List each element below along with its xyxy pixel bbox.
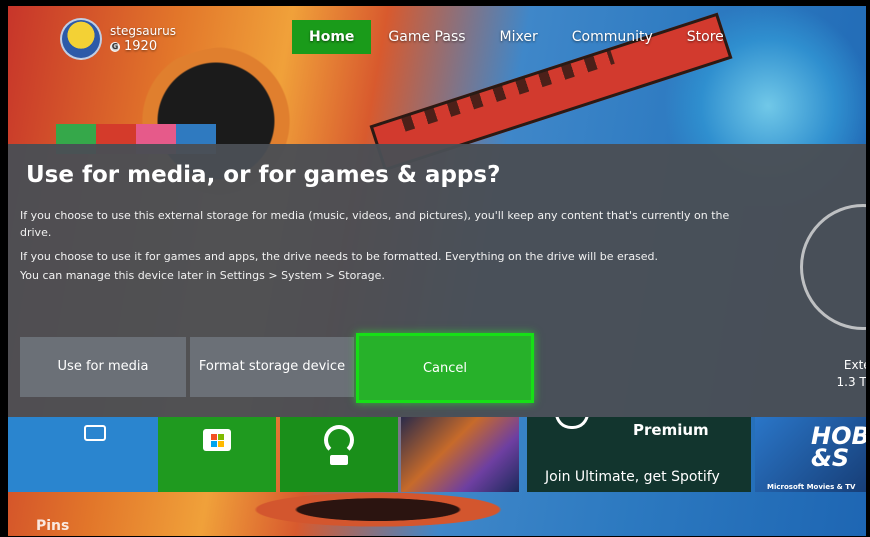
profile-text: stegsaurus G 1920 <box>110 24 176 54</box>
external-drive-label: Extern 1.3 TB f <box>823 357 867 391</box>
drive-name: Extern <box>843 358 866 372</box>
tile-game[interactable] <box>401 417 519 492</box>
movie-title-line: &S <box>811 444 850 472</box>
controller-icon <box>324 425 354 455</box>
spotify-premium-label: Premium <box>633 421 709 439</box>
pinned-tiles-row: Premium Join Ultimate, get Spotify HOB &… <box>8 417 866 492</box>
background-bottom-art <box>188 492 568 536</box>
gamertag: stegsaurus <box>110 24 176 38</box>
dialog-text-media: If you choose to use this external stora… <box>20 209 730 239</box>
dialog-title: Use for media, or for games & apps? <box>26 162 501 188</box>
top-navigation: Home Game Pass Mixer Community Store <box>292 20 741 54</box>
dialog-text-settings: You can manage this device later in Sett… <box>20 269 385 282</box>
avatar[interactable] <box>60 18 102 60</box>
format-storage-button[interactable]: Format storage device <box>190 337 354 397</box>
controller-base-icon <box>330 455 348 465</box>
storage-ring-icon <box>800 204 866 330</box>
tab-store[interactable]: Store <box>670 20 741 54</box>
tile-xbox-accessories[interactable] <box>280 417 398 492</box>
use-for-media-button[interactable]: Use for media <box>20 337 186 397</box>
game-pass-icon <box>555 417 589 429</box>
movie-title-art: HOB &S <box>811 424 866 472</box>
movie-tile-caption: Microsoft Movies & TV <box>767 483 856 491</box>
gamerscore: G 1920 <box>110 39 176 54</box>
tile-movie[interactable]: HOB &S Microsoft Movies & TV <box>755 417 866 492</box>
tile-pinned-app[interactable] <box>8 417 158 492</box>
tile-microsoft-store[interactable] <box>158 417 276 492</box>
storage-choice-dialog: Use for media, or for games & apps? If y… <box>8 144 866 417</box>
tile-spotify-promo[interactable]: Premium Join Ultimate, get Spotify <box>527 417 751 492</box>
drive-free-space: 1.3 TB f <box>836 375 867 389</box>
spotify-promo-caption: Join Ultimate, get Spotify <box>545 469 720 485</box>
cancel-button[interactable]: Cancel <box>356 333 534 403</box>
xbox-home-screen: stegsaurus G 1920 Home Game Pass Mixer C… <box>8 6 866 536</box>
gamerscore-icon: G <box>110 41 120 52</box>
pins-section-label: Pins <box>36 518 70 534</box>
tab-home[interactable]: Home <box>292 20 372 54</box>
gamerscore-value: 1920 <box>124 39 158 54</box>
profile-area[interactable]: stegsaurus G 1920 <box>60 18 176 60</box>
tab-mixer[interactable]: Mixer <box>483 20 555 54</box>
tab-community[interactable]: Community <box>555 20 670 54</box>
dialog-text-format: If you choose to use it for games and ap… <box>20 250 659 263</box>
app-icon <box>84 425 106 441</box>
tab-game-pass[interactable]: Game Pass <box>371 20 482 54</box>
microsoft-store-icon <box>203 429 231 451</box>
